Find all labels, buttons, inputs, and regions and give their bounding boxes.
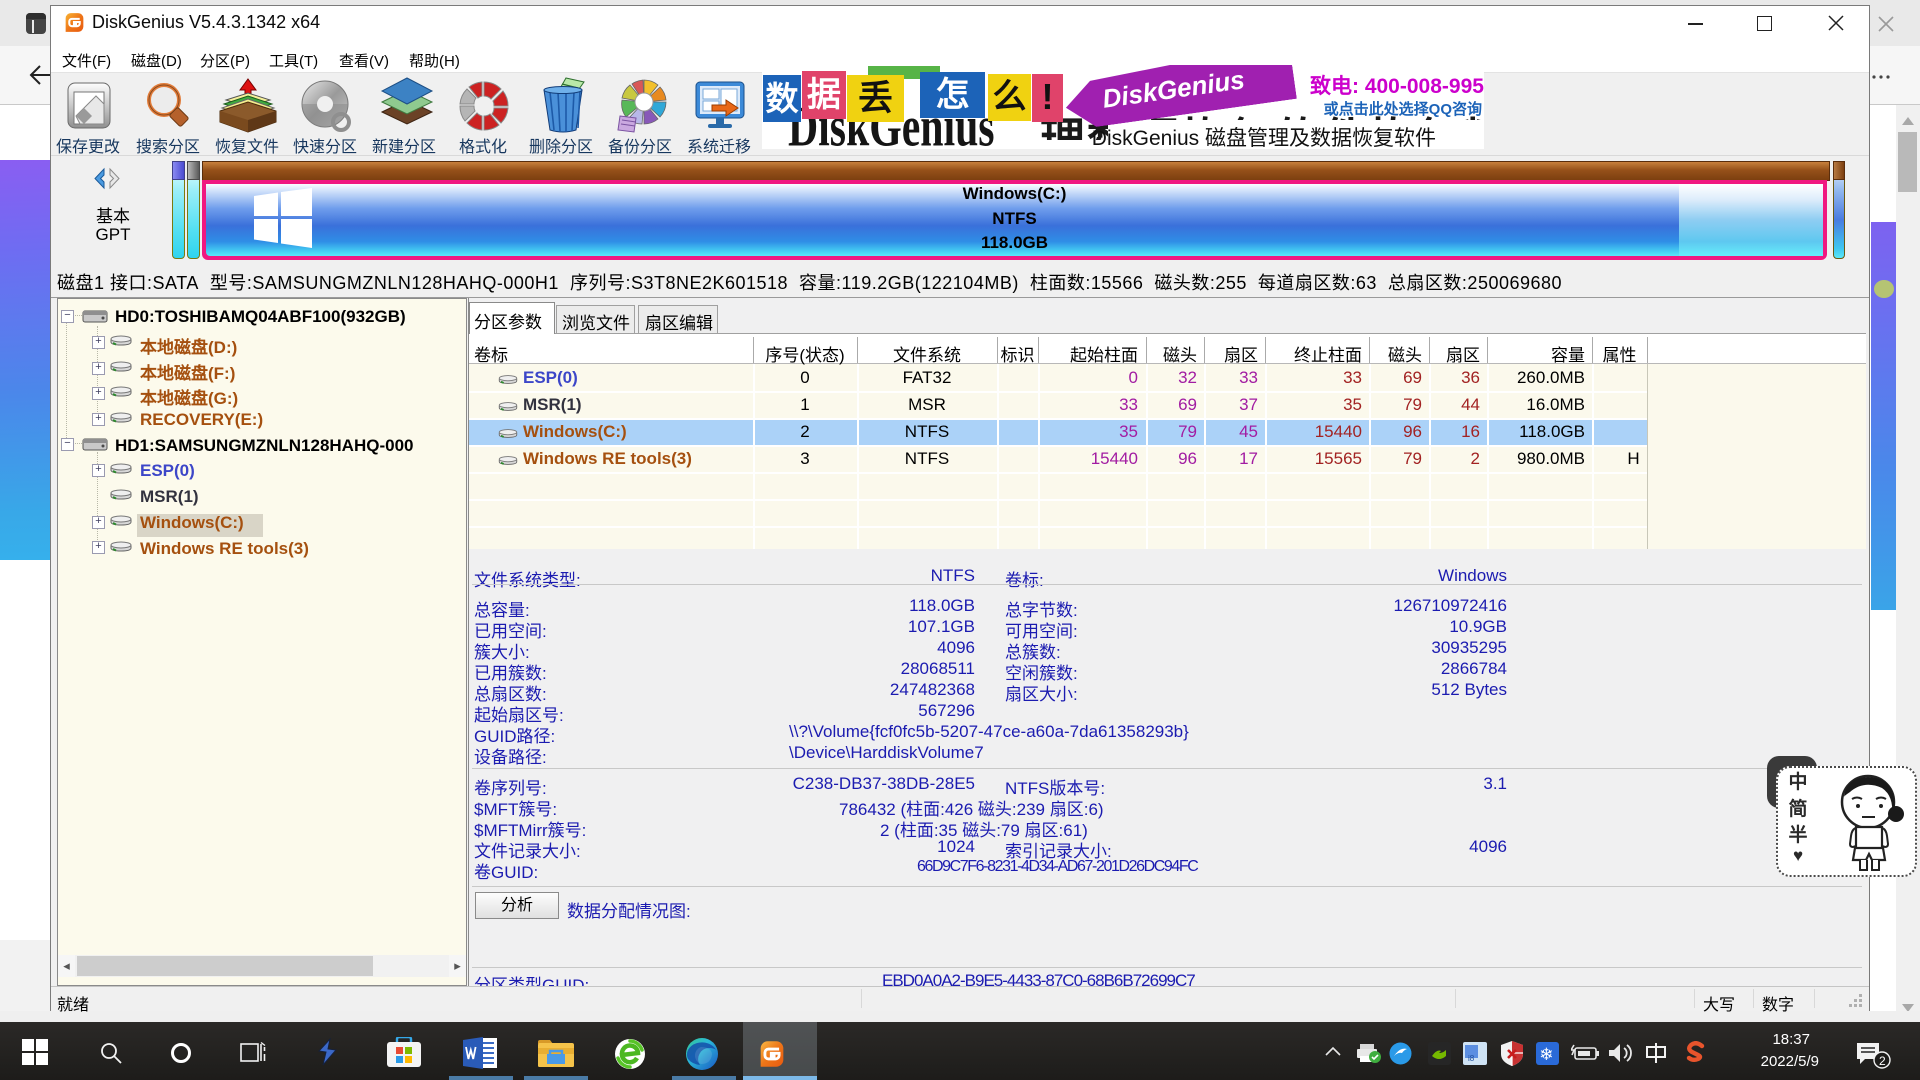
svg-text:2: 2 [1879, 1054, 1886, 1068]
svg-text:❄: ❄ [1539, 1045, 1553, 1064]
svg-text:i8: i8 [1468, 1054, 1475, 1063]
